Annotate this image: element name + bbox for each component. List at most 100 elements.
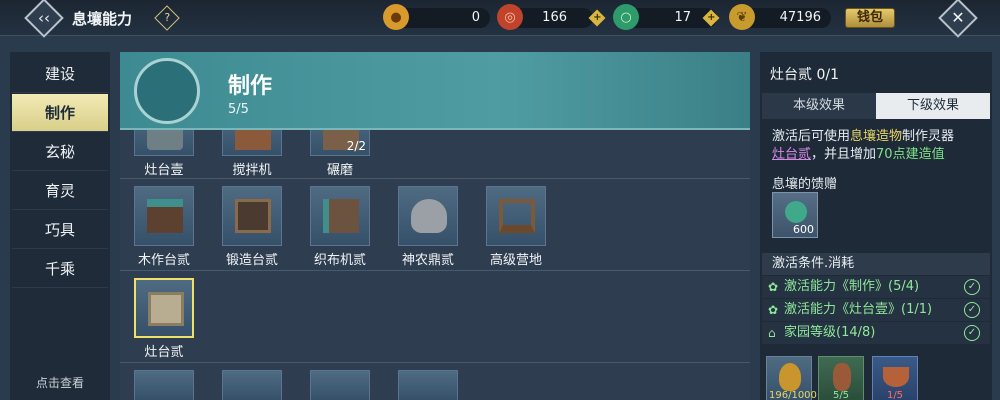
effect-description: 激活后可使用息壤造物制作灵器灶台贰，并且增加70点建造值 [772, 128, 984, 164]
wallet-button[interactable]: 钱包 [845, 8, 895, 28]
material-count: 196/1000 [769, 390, 817, 400]
gift-title: 息壤的馈赠 [772, 177, 838, 192]
desc-highlight: 息壤造物 [850, 129, 903, 144]
material-item[interactable]: 196/1000 [766, 356, 817, 400]
tile-progress: 2/2 [346, 139, 366, 153]
tile-label: 神农鼎贰 [401, 253, 454, 268]
effect-tabs: 本级效果 下级效果 [762, 93, 990, 119]
page-title: 息壤能力 [72, 10, 133, 28]
resource-value: 47196 [779, 10, 821, 25]
sidebar-item-construction[interactable]: 建设 [12, 55, 108, 93]
home-icon: ⌂ [768, 326, 776, 340]
gift-item[interactable]: 600 [772, 192, 818, 238]
row-divider [120, 270, 750, 271]
desc-text: 激活后可使用 [772, 129, 851, 144]
add-red-coin-button[interactable]: + [588, 9, 606, 27]
ability-tile-shennong-cauldron-2[interactable] [398, 186, 458, 246]
resource-value: 166 [542, 10, 567, 25]
resource-value: 17 [674, 10, 691, 25]
help-icon: ? [164, 11, 171, 25]
ability-tile-advanced-camp[interactable] [486, 186, 546, 246]
detail-panel: 灶台贰 0/1 本级效果 下级效果 激活后可使用息壤造物制作灵器灶台贰，并且增加… [760, 52, 992, 400]
click-to-view-link[interactable]: 点击查看 [10, 374, 110, 391]
material-item[interactable]: 1/5 [872, 356, 918, 400]
check-icon: ✓ [964, 279, 980, 295]
gold-pouch-icon: ● [383, 4, 409, 30]
gift-count: 600 [793, 223, 814, 236]
category-sidebar: 建设 制作 玄秘 育灵 巧具 千乘 [10, 52, 110, 400]
top-bar: ‹‹ 息壤能力 ? 0 ● 166 ◎ + 17 ○ + 47196 ❦ 钱包 … [0, 0, 1000, 38]
desc-text: 制作灵器 [902, 129, 955, 144]
plus-icon: + [593, 12, 602, 24]
sidebar-item-crafting[interactable]: 制作 [12, 94, 108, 132]
loom-icon [323, 199, 359, 233]
category-banner: 制作 5/5 [120, 52, 750, 130]
material-item[interactable]: 5/5 [818, 356, 864, 400]
skewer-icon [833, 363, 851, 391]
close-button[interactable]: ✕ [938, 0, 978, 38]
item-link[interactable]: 灶台贰 [772, 147, 811, 162]
condition-row: ✿ 激活能力《制作》(5/4) ✓ [762, 276, 990, 298]
ability-grid-panel: 2/2 灶台壹 搅拌机 碾磨 木作台贰 锻造台贰 织布机贰 神农鼎贰 高级营地 … [120, 52, 750, 400]
help-button[interactable]: ? [154, 5, 180, 31]
tile-label: 织布机贰 [313, 253, 366, 268]
tab-next-effect[interactable]: 下级效果 [876, 93, 990, 119]
tile-label: 高级营地 [489, 253, 542, 268]
resource-value: 0 [471, 10, 480, 25]
red-coin-icon: ◎ [497, 4, 523, 30]
ability-tile-forge-2[interactable] [222, 186, 282, 246]
tile-label: 灶台贰 [144, 345, 184, 360]
back-icon: ‹‹ [38, 9, 50, 27]
forge-icon [235, 199, 271, 233]
crafting-table-icon [134, 58, 200, 124]
ability-icon: ✿ [768, 280, 779, 294]
banner-count: 5/5 [228, 102, 249, 117]
sidebar-item-nurture[interactable]: 育灵 [12, 172, 108, 210]
bowl-icon [883, 367, 909, 387]
tile-label: 木作台贰 [137, 253, 190, 268]
back-button[interactable]: ‹‹ [24, 0, 64, 38]
ability-tile-stove-2[interactable] [134, 278, 194, 338]
jade-ring-icon: ○ [613, 4, 639, 30]
tile-label: 灶台壹 [144, 163, 184, 178]
ability-tile[interactable] [222, 370, 282, 400]
camp-icon [499, 199, 535, 233]
gold-leaf-icon [779, 363, 801, 391]
stove-icon [148, 292, 184, 326]
tab-current-effect[interactable]: 本级效果 [762, 93, 876, 119]
conditions-header: 激活条件.消耗 [762, 253, 990, 275]
ability-tile[interactable] [310, 370, 370, 400]
banner-title: 制作 [228, 74, 273, 99]
tile-label: 锻造台贰 [225, 253, 278, 268]
condition-text: 激活能力《制作》(5/4) [784, 279, 920, 294]
sidebar-item-tools[interactable]: 巧具 [12, 211, 108, 249]
condition-text: 家园等级(14/8) [784, 325, 876, 340]
row-divider [120, 362, 750, 363]
desc-highlight: 70点建造值 [876, 147, 945, 162]
gold-leaf-icon: ❦ [729, 4, 755, 30]
tile-label: 搅拌机 [232, 163, 272, 178]
sidebar-item-mystic[interactable]: 玄秘 [12, 133, 108, 171]
plus-icon: + [707, 12, 716, 24]
condition-text: 激活能力《灶台壹》(1/1) [784, 302, 933, 317]
ability-icon: ✿ [768, 303, 779, 317]
ability-tile-woodwork-2[interactable] [134, 186, 194, 246]
ability-tile[interactable] [398, 370, 458, 400]
check-icon: ✓ [964, 325, 980, 341]
row-divider [120, 178, 750, 179]
condition-row: ⌂ 家园等级(14/8) ✓ [762, 322, 990, 344]
ability-tile-loom-2[interactable] [310, 186, 370, 246]
close-icon: ✕ [951, 8, 965, 27]
sidebar-item-vehicles[interactable]: 千乘 [12, 250, 108, 288]
cauldron-icon [411, 199, 447, 233]
jade-icon [785, 201, 807, 223]
detail-title: 灶台贰 0/1 [770, 67, 839, 83]
desc-text: ，并且增加 [811, 147, 877, 162]
material-count: 5/5 [832, 390, 850, 400]
ability-tile[interactable] [134, 370, 194, 400]
condition-row: ✿ 激活能力《灶台壹》(1/1) ✓ [762, 299, 990, 321]
check-icon: ✓ [964, 302, 980, 318]
tile-label: 碾磨 [326, 163, 353, 178]
material-count: 1/5 [886, 390, 904, 400]
workbench-icon [147, 199, 183, 233]
